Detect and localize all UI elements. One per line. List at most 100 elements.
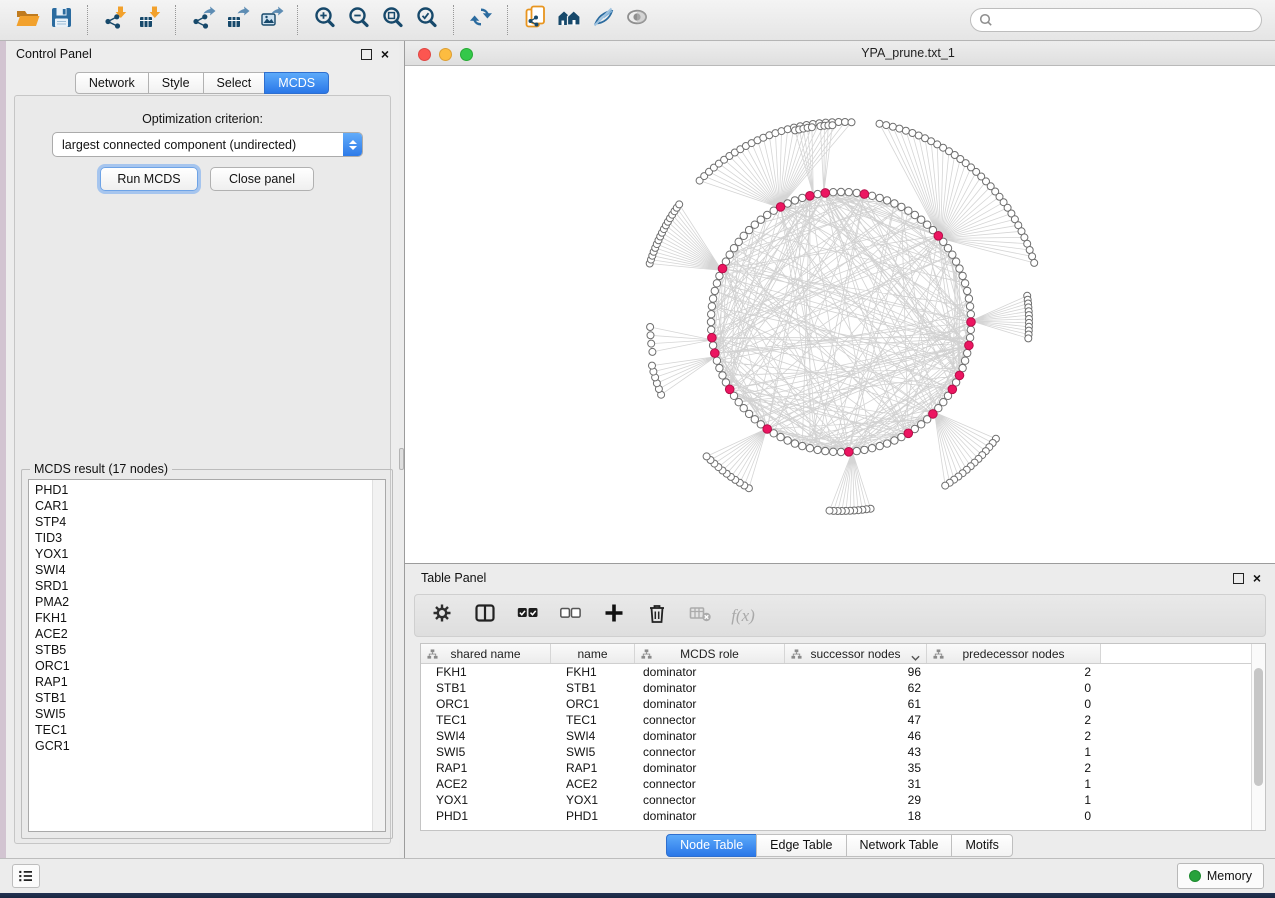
table-cell[interactable]: 96 bbox=[785, 664, 927, 680]
network-node[interactable] bbox=[902, 127, 909, 134]
network-node[interactable] bbox=[891, 437, 898, 444]
search-input[interactable] bbox=[998, 12, 1261, 28]
table-cell[interactable]: SWI5 bbox=[421, 744, 551, 760]
mcds-result-node[interactable]: SWI4 bbox=[29, 562, 372, 578]
mcds-result-node[interactable]: STB5 bbox=[29, 642, 372, 658]
mcds-result-node[interactable]: CAR1 bbox=[29, 498, 372, 514]
network-node[interactable] bbox=[676, 201, 683, 208]
network-node[interactable] bbox=[703, 453, 710, 460]
tab-motifs[interactable]: Motifs bbox=[951, 834, 1012, 857]
zoom-out-button[interactable] bbox=[342, 4, 376, 36]
table-cell[interactable]: dominator bbox=[635, 696, 785, 712]
table-cell[interactable]: dominator bbox=[635, 664, 785, 680]
table-cell[interactable]: 61 bbox=[785, 696, 927, 712]
network-node[interactable] bbox=[961, 280, 968, 287]
table-cell[interactable]: connector bbox=[635, 792, 785, 808]
table-cell[interactable]: RAP1 bbox=[421, 760, 551, 776]
network-node[interactable] bbox=[891, 200, 898, 207]
table-row[interactable]: ACE2ACE2connector311 bbox=[421, 776, 1251, 792]
network-node[interactable] bbox=[1029, 253, 1036, 260]
network-node[interactable] bbox=[876, 442, 883, 449]
table-cell[interactable]: 0 bbox=[927, 696, 1101, 712]
network-node[interactable] bbox=[726, 251, 733, 258]
mcds-result-node[interactable]: PHD1 bbox=[29, 482, 372, 498]
table-scrollbar[interactable] bbox=[1251, 644, 1265, 830]
network-node[interactable] bbox=[806, 445, 813, 452]
mcds-result-node[interactable]: PMA2 bbox=[29, 594, 372, 610]
network-node[interactable] bbox=[868, 192, 875, 199]
network-node[interactable] bbox=[949, 251, 956, 258]
table-cell[interactable]: STB1 bbox=[551, 680, 635, 696]
table-cell[interactable]: connector bbox=[635, 712, 785, 728]
close-panel-icon[interactable]: × bbox=[381, 49, 389, 59]
table-cell[interactable]: 2 bbox=[927, 760, 1101, 776]
network-node[interactable] bbox=[966, 334, 973, 341]
close-panel-button[interactable]: Close panel bbox=[210, 167, 314, 191]
network-node[interactable] bbox=[713, 357, 720, 364]
network-node[interactable] bbox=[967, 311, 974, 318]
splitter-handle[interactable] bbox=[399, 448, 404, 470]
float-panel-icon[interactable] bbox=[361, 49, 372, 60]
table-row[interactable]: PHD1PHD1dominator180 bbox=[421, 808, 1251, 824]
network-node[interactable] bbox=[956, 265, 963, 272]
mcds-result-node[interactable]: RAP1 bbox=[29, 674, 372, 690]
run-mcds-button[interactable]: Run MCDS bbox=[100, 167, 198, 191]
zoom-selected-button[interactable] bbox=[410, 4, 444, 36]
table-cell[interactable]: 62 bbox=[785, 680, 927, 696]
network-node[interactable] bbox=[961, 357, 968, 364]
network-node[interactable] bbox=[905, 207, 912, 214]
tab-mcds[interactable]: MCDS bbox=[264, 72, 329, 94]
table-cell[interactable]: 0 bbox=[927, 808, 1101, 824]
network-dominator-node[interactable] bbox=[948, 385, 957, 394]
table-row[interactable]: SWI4SWI4dominator462 bbox=[421, 728, 1251, 744]
zoom-in-button[interactable] bbox=[308, 4, 342, 36]
network-node[interactable] bbox=[845, 189, 852, 196]
table-cell[interactable]: 47 bbox=[785, 712, 927, 728]
network-node[interactable] bbox=[649, 362, 656, 369]
network-node[interactable] bbox=[708, 303, 715, 310]
mcds-result-node[interactable]: ORC1 bbox=[29, 658, 372, 674]
table-scrollbar-thumb[interactable] bbox=[1254, 668, 1263, 786]
network-node[interactable] bbox=[898, 203, 905, 210]
window-close-icon[interactable] bbox=[418, 48, 431, 61]
column-header-name[interactable]: name bbox=[551, 644, 635, 663]
table-cell[interactable]: 31 bbox=[785, 776, 927, 792]
select-all-button[interactable] bbox=[515, 603, 541, 629]
network-node[interactable] bbox=[911, 211, 918, 218]
show-all-button[interactable] bbox=[620, 4, 654, 36]
network-node[interactable] bbox=[876, 120, 883, 127]
network-node[interactable] bbox=[964, 349, 971, 356]
network-node[interactable] bbox=[952, 258, 959, 265]
table-row[interactable]: STB1STB1dominator620 bbox=[421, 680, 1251, 696]
network-dominator-node[interactable] bbox=[965, 341, 974, 350]
tab-select[interactable]: Select bbox=[203, 72, 266, 94]
network-node[interactable] bbox=[830, 189, 837, 196]
table-cell[interactable]: FKH1 bbox=[551, 664, 635, 680]
toggle-columns-button[interactable] bbox=[472, 603, 498, 629]
open-file-button[interactable] bbox=[10, 4, 44, 36]
table-cell[interactable]: connector bbox=[635, 744, 785, 760]
network-node[interactable] bbox=[883, 122, 890, 129]
table-cell[interactable]: RAP1 bbox=[551, 760, 635, 776]
deselect-all-button[interactable] bbox=[558, 603, 584, 629]
table-cell[interactable]: TEC1 bbox=[421, 712, 551, 728]
table-row[interactable]: FKH1FKH1dominator962 bbox=[421, 664, 1251, 680]
network-dominator-node[interactable] bbox=[776, 203, 785, 212]
criterion-dropdown[interactable]: largest connected component (undirected) bbox=[52, 132, 363, 157]
mcds-result-node[interactable]: YOX1 bbox=[29, 546, 372, 562]
mcds-result-node[interactable]: STP4 bbox=[29, 514, 372, 530]
network-node[interactable] bbox=[889, 123, 896, 130]
network-node[interactable] bbox=[967, 326, 974, 333]
export-table-button[interactable] bbox=[220, 4, 254, 36]
table-cell[interactable]: dominator bbox=[635, 760, 785, 776]
network-node[interactable] bbox=[966, 303, 973, 310]
column-header-MCDS-role[interactable]: MCDS role bbox=[635, 644, 785, 663]
export-network-button[interactable] bbox=[186, 4, 220, 36]
network-node[interactable] bbox=[713, 280, 720, 287]
network-node[interactable] bbox=[649, 348, 656, 355]
network-node[interactable] bbox=[735, 399, 742, 406]
network-node[interactable] bbox=[709, 295, 716, 302]
table-cell[interactable]: ORC1 bbox=[421, 696, 551, 712]
network-dominator-node[interactable] bbox=[845, 448, 854, 457]
network-node[interactable] bbox=[853, 447, 860, 454]
